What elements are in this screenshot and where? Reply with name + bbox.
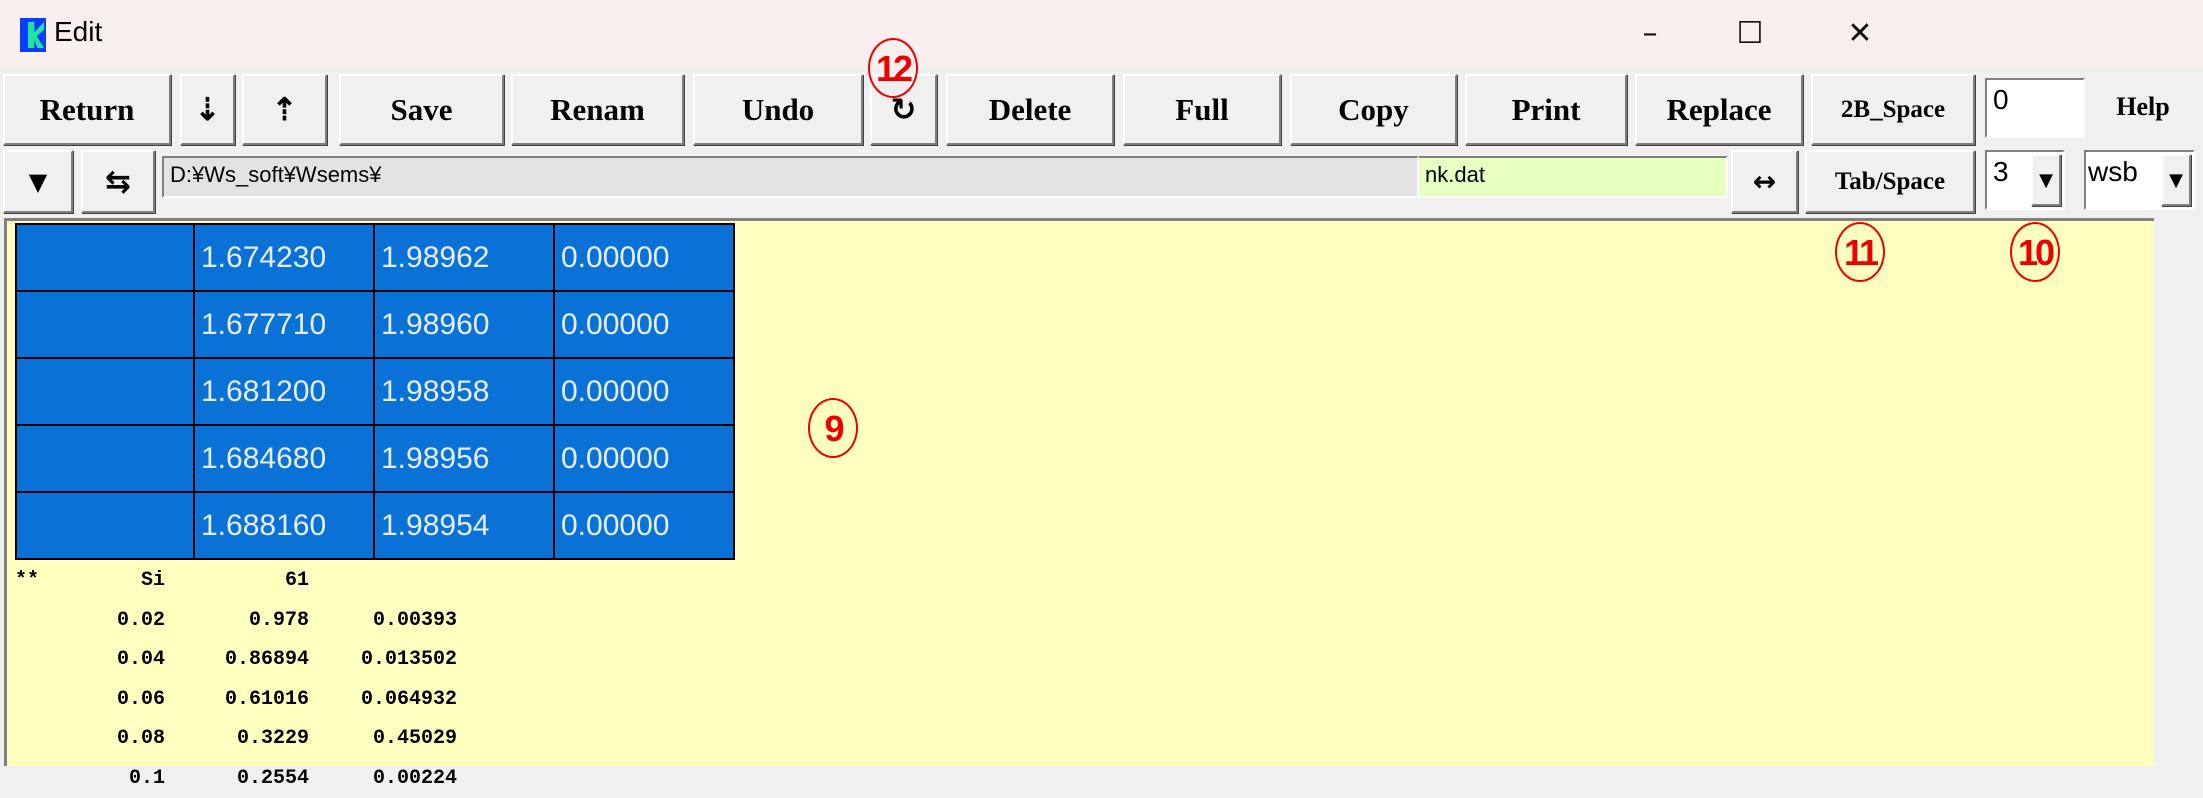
copy-button[interactable]: Copy [1290,74,1457,145]
text-field: 0.978 [165,601,309,641]
table-row[interactable]: 1.6881601.989540.00000 [16,492,734,559]
text-line[interactable]: 0.060.610160.064932 [15,680,457,720]
text-field: 0.013502 [309,640,457,680]
text-field: 0.00224 [309,759,457,798]
text-line[interactable]: 0.040.868940.013502 [15,640,457,680]
text-lines[interactable]: **Si610.020.9780.003930.040.868940.01350… [15,561,457,798]
text-field [15,601,55,641]
text-field: 0.86894 [165,640,309,680]
table-cell[interactable] [16,291,194,358]
table-cell[interactable] [16,224,194,291]
text-line[interactable]: 0.080.32290.45029 [15,719,457,759]
app-logo-icon [20,18,46,52]
scrollbar[interactable] [2156,218,2203,766]
editor-area[interactable]: 1.6742301.989620.000001.6777101.989600.0… [4,218,2154,766]
text-field [15,719,55,759]
text-field: 0.61016 [165,680,309,720]
table-cell[interactable]: 1.98960 [374,291,554,358]
table-cell[interactable]: 1.677710 [194,291,374,358]
text-field: 0.02 [55,601,165,641]
annotation-9: 9 [808,398,858,458]
text-field: 0.08 [55,719,165,759]
table-row[interactable]: 1.6812001.989580.00000 [16,358,734,425]
move-up-button[interactable]: ⇡ [242,74,327,145]
tab-size-value: 3 [1993,156,2009,187]
text-field [15,759,55,798]
close-button[interactable]: ✕ [1830,12,1890,56]
path-field[interactable]: D:¥Ws_soft¥Wsems¥ [162,156,1419,198]
table-row[interactable]: 1.6846801.989560.00000 [16,425,734,492]
undo-button[interactable]: Undo [693,74,863,145]
table-cell[interactable]: 1.688160 [194,492,374,559]
2b-space-button[interactable]: 2B_Space [1811,74,1975,145]
help-button[interactable]: Help [2093,92,2193,122]
move-down-button[interactable]: ⇣ [180,74,235,145]
text-field: ** [15,561,55,601]
window-title: Edit [54,16,102,48]
number-input[interactable]: 0 [1985,78,2085,138]
table-cell[interactable] [16,492,194,559]
save-button[interactable]: Save [339,74,504,145]
table-cell[interactable]: 1.684680 [194,425,374,492]
text-field: Si [55,561,165,601]
table-row[interactable]: 1.6777101.989600.00000 [16,291,734,358]
table-cell[interactable] [16,358,194,425]
text-field: 0.3229 [165,719,309,759]
chevron-down-icon[interactable]: ▼ [2161,154,2191,206]
replace-button[interactable]: Replace [1635,74,1803,145]
text-field [309,561,457,601]
table-cell[interactable]: 0.00000 [554,492,734,559]
table-cell[interactable]: 1.98962 [374,224,554,291]
text-field: 61 [165,561,309,601]
selected-table[interactable]: 1.6742301.989620.000001.6777101.989600.0… [15,223,735,560]
return-button[interactable]: Return [3,74,171,145]
annotation-11: 11 [1835,222,1885,282]
text-field: 0.1 [55,759,165,798]
table-cell[interactable]: 1.98954 [374,492,554,559]
table-cell[interactable] [16,425,194,492]
annotation-10: 10 [2010,222,2060,282]
table-cell[interactable]: 1.98956 [374,425,554,492]
tab-size-select[interactable]: 3▼ [1985,150,2065,210]
minimize-button[interactable]: – [1620,12,1680,56]
chevron-down-icon[interactable]: ▼ [2031,154,2061,206]
filename-field[interactable]: nk.dat [1419,156,1728,198]
dropdown-icon[interactable]: ▼ [3,150,73,213]
expand-icon[interactable]: ↔ [1731,150,1798,213]
encoding-select[interactable]: wsb ▼ [2084,150,2195,210]
table-cell[interactable]: 0.00000 [554,291,734,358]
table-cell[interactable]: 0.00000 [554,224,734,291]
table-cell[interactable]: 1.98958 [374,358,554,425]
tab-space-button[interactable]: Tab/Space [1805,150,1975,213]
table-row[interactable]: 1.6742301.989620.00000 [16,224,734,291]
full-button[interactable]: Full [1123,74,1281,145]
text-field: 0.00393 [309,601,457,641]
rename-button[interactable]: Renam [511,74,684,145]
encoding-value: wsb [2088,156,2138,187]
text-field: 0.064932 [309,680,457,720]
print-button[interactable]: Print [1465,74,1627,145]
title-bar: Edit – ☐ ✕ [0,0,2203,68]
text-field: 0.06 [55,680,165,720]
table-cell[interactable]: 1.681200 [194,358,374,425]
text-line[interactable]: 0.020.9780.00393 [15,601,457,641]
text-field: 0.04 [55,640,165,680]
delete-button[interactable]: Delete [946,74,1114,145]
table-cell[interactable]: 1.674230 [194,224,374,291]
table-cell[interactable]: 0.00000 [554,358,734,425]
table-cell[interactable]: 0.00000 [554,425,734,492]
text-field: 0.2554 [165,759,309,798]
text-field: 0.45029 [309,719,457,759]
maximize-button[interactable]: ☐ [1720,12,1780,56]
text-field [15,640,55,680]
annotation-12: 12 [868,38,918,98]
text-line[interactable]: **Si61 [15,561,457,601]
text-line[interactable]: 0.10.25540.00224 [15,759,457,798]
text-field [15,680,55,720]
swap-icon[interactable]: ⇆ [81,150,155,213]
